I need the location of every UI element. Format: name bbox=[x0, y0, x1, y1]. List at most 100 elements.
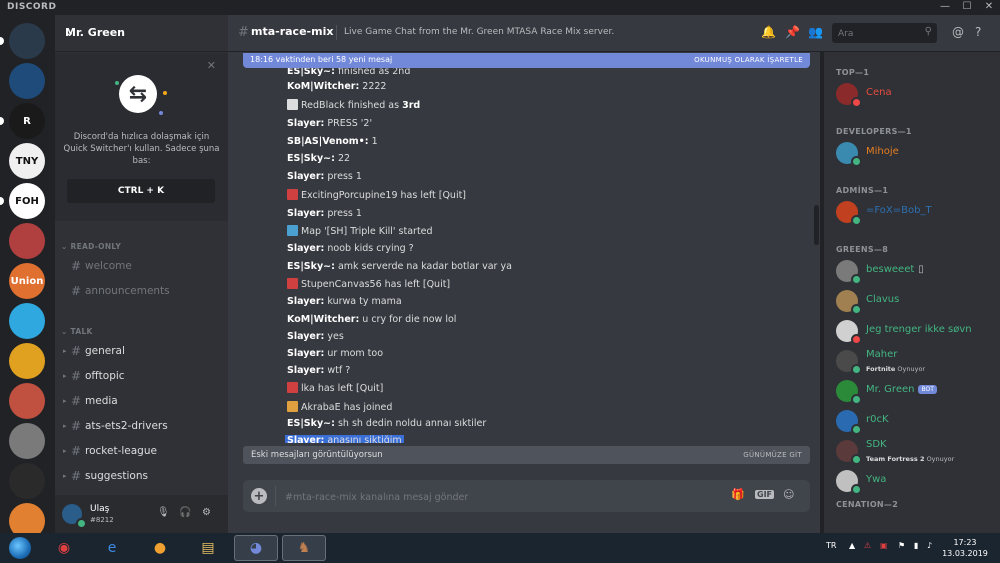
channel-welcome[interactable]: # welcome bbox=[63, 257, 223, 275]
media-player-taskbar-button[interactable]: ● bbox=[138, 535, 182, 561]
language-indicator[interactable]: TR bbox=[826, 541, 836, 550]
discord-taskbar-button[interactable]: ◕ bbox=[234, 535, 278, 561]
chrome-taskbar-button[interactable]: ◉ bbox=[42, 535, 86, 561]
message-author[interactable]: Slayer: bbox=[287, 331, 324, 342]
jump-to-present-button[interactable]: GÜNÜMÜZE GİT bbox=[743, 451, 802, 459]
member-item[interactable]: SDK Team Fortress 2 Oynuyor bbox=[836, 439, 996, 468]
pin-icon[interactable]: 📌 bbox=[785, 25, 800, 39]
server-icon[interactable] bbox=[9, 503, 45, 533]
member-item[interactable]: Cena bbox=[836, 83, 996, 111]
switch-arrows-icon: ⇆ bbox=[119, 75, 157, 113]
server-icon[interactable] bbox=[9, 423, 45, 459]
file-explorer-taskbar-button[interactable]: ▤ bbox=[186, 535, 230, 561]
message-author[interactable]: ES|Sky~: bbox=[287, 261, 335, 272]
message-author[interactable]: KoM|Witcher: bbox=[287, 81, 359, 92]
close-icon[interactable]: ✕ bbox=[207, 59, 216, 72]
server-icon[interactable] bbox=[9, 223, 45, 259]
member-item[interactable]: besweeet ▯ bbox=[836, 260, 996, 288]
tray-arrow-icon[interactable]: ▲ bbox=[849, 541, 855, 550]
mention-icon[interactable]: @ bbox=[952, 25, 964, 39]
member-item[interactable]: Maher Fortnite Oynuyor bbox=[836, 349, 996, 378]
start-button[interactable] bbox=[2, 534, 38, 562]
server-icon[interactable] bbox=[9, 343, 45, 379]
member-item[interactable]: Clavus bbox=[836, 290, 996, 318]
close-window-button[interactable]: ✕ bbox=[979, 1, 999, 12]
chevron-right-icon: ▸ bbox=[63, 472, 67, 480]
channel-announcements[interactable]: # announcements bbox=[63, 282, 223, 300]
mark-read-button[interactable]: OKUNMUŞ OLARAK İŞARETLE bbox=[694, 56, 803, 64]
upload-plus-icon[interactable]: + bbox=[251, 488, 267, 504]
headphones-icon[interactable]: 🎧 bbox=[179, 507, 191, 518]
members-icon[interactable]: 👥 bbox=[808, 25, 823, 39]
message-author[interactable]: Slayer: bbox=[287, 348, 324, 359]
channel-suggestions[interactable]: ▸ # suggestions bbox=[63, 467, 223, 485]
message-author[interactable]: ES|Sky~: bbox=[287, 153, 335, 164]
game-taskbar-button[interactable]: ♞ bbox=[282, 535, 326, 561]
server-icon[interactable] bbox=[9, 463, 45, 499]
category-talk[interactable]: ⌄ TALK bbox=[61, 327, 93, 336]
internet-explorer-taskbar-button[interactable]: e bbox=[90, 535, 134, 561]
pdf-icon[interactable]: ▣ bbox=[880, 541, 888, 550]
time: 17:23 bbox=[953, 538, 977, 547]
minimize-button[interactable]: — bbox=[935, 1, 955, 12]
server-icon[interactable] bbox=[9, 383, 45, 419]
message-author[interactable]: Slayer: bbox=[287, 365, 324, 376]
message-author[interactable]: ES|Sky~: bbox=[287, 68, 335, 77]
signal-icon[interactable]: ▮ bbox=[914, 541, 918, 550]
old-messages-bar: Eski mesajları görüntülüyorsun GÜNÜMÜZE … bbox=[243, 446, 810, 464]
decor-dot bbox=[115, 81, 119, 85]
gif-icon[interactable]: GIF bbox=[755, 490, 775, 499]
emoji-icon[interactable]: ☺ bbox=[783, 488, 794, 501]
member-item[interactable]: =FoX=Bob_T bbox=[836, 201, 996, 229]
flag-icon[interactable]: ⚑ bbox=[898, 541, 905, 550]
channel-offtopic[interactable]: ▸ # offtopic bbox=[63, 367, 223, 385]
message-author[interactable]: Slayer: bbox=[287, 243, 324, 254]
message-author[interactable]: SB|AS|Venom•: bbox=[287, 136, 369, 147]
shortcut-button[interactable]: CTRL + K bbox=[67, 179, 215, 203]
search-input[interactable] bbox=[836, 26, 920, 42]
maximize-button[interactable]: ☐ bbox=[957, 1, 977, 12]
server-icon[interactable] bbox=[9, 23, 45, 59]
guild-header[interactable]: Mr. Green ⌄ bbox=[55, 15, 228, 52]
microphone-icon[interactable]: 🎙 bbox=[157, 507, 170, 518]
server-icon[interactable]: TNY bbox=[9, 143, 45, 179]
channel-media[interactable]: ▸ # media bbox=[63, 392, 223, 410]
member-item[interactable]: Ywa bbox=[836, 470, 996, 498]
message-author[interactable]: Slayer: bbox=[287, 296, 324, 307]
message-text: ur mom too bbox=[327, 348, 384, 359]
member-item[interactable]: Mr. Green BOT bbox=[836, 380, 996, 408]
search-box[interactable]: ⚲ bbox=[832, 23, 937, 43]
gear-icon[interactable]: ⚙ bbox=[202, 507, 211, 518]
message-author[interactable]: Slayer: bbox=[287, 208, 324, 219]
volume-icon[interactable]: ♪ bbox=[927, 541, 932, 550]
scrollbar[interactable] bbox=[814, 205, 819, 245]
new-messages-bar[interactable]: 18:16 vaktinden beri 58 yeni mesaj OKUNM… bbox=[243, 53, 810, 68]
member-item[interactable]: Jeg trenger ikke søvn bbox=[836, 320, 996, 348]
gift-icon[interactable]: 🎁 bbox=[731, 488, 745, 501]
server-icon[interactable]: FOH bbox=[9, 183, 45, 219]
channel-rocket-league[interactable]: ▸ # rocket-league bbox=[63, 442, 223, 460]
category-readonly[interactable]: ⌄ READ-ONLY bbox=[61, 242, 121, 251]
message-author[interactable]: Slayer: bbox=[287, 171, 324, 182]
server-icon[interactable]: Union bbox=[9, 263, 45, 299]
member-item[interactable]: r0cK bbox=[836, 410, 996, 438]
member-item[interactable]: Mihoje bbox=[836, 142, 996, 170]
help-icon[interactable]: ? bbox=[975, 25, 981, 39]
message-author[interactable]: ES|Sky~: bbox=[287, 418, 335, 429]
server-icon[interactable]: R bbox=[9, 103, 45, 139]
clock[interactable]: 17:23 13.03.2019 bbox=[940, 537, 990, 559]
message-author[interactable]: Slayer: bbox=[287, 118, 324, 129]
member-activity: Fortnite Oynuyor bbox=[866, 365, 925, 373]
channel-sidebar: Mr. Green ⌄ ✕ ⇆ Discord'da hızlıca dolaş… bbox=[55, 15, 228, 533]
message-text: kurwa ty mama bbox=[327, 296, 402, 307]
server-icon[interactable] bbox=[9, 303, 45, 339]
message-author[interactable]: KoM|Witcher: bbox=[287, 314, 359, 325]
antivirus-icon[interactable]: ⚠ bbox=[864, 541, 871, 550]
channel-general[interactable]: ▸ # general bbox=[63, 342, 223, 360]
message-author[interactable]: Slayer: bbox=[287, 435, 324, 443]
member-name: Cena bbox=[866, 87, 892, 98]
server-icon[interactable] bbox=[9, 63, 45, 99]
channel-ats-ets2-drivers[interactable]: ▸ # ats-ets2-drivers bbox=[63, 417, 223, 435]
message-input[interactable] bbox=[283, 488, 707, 506]
bell-icon[interactable]: 🔔 bbox=[761, 25, 776, 39]
